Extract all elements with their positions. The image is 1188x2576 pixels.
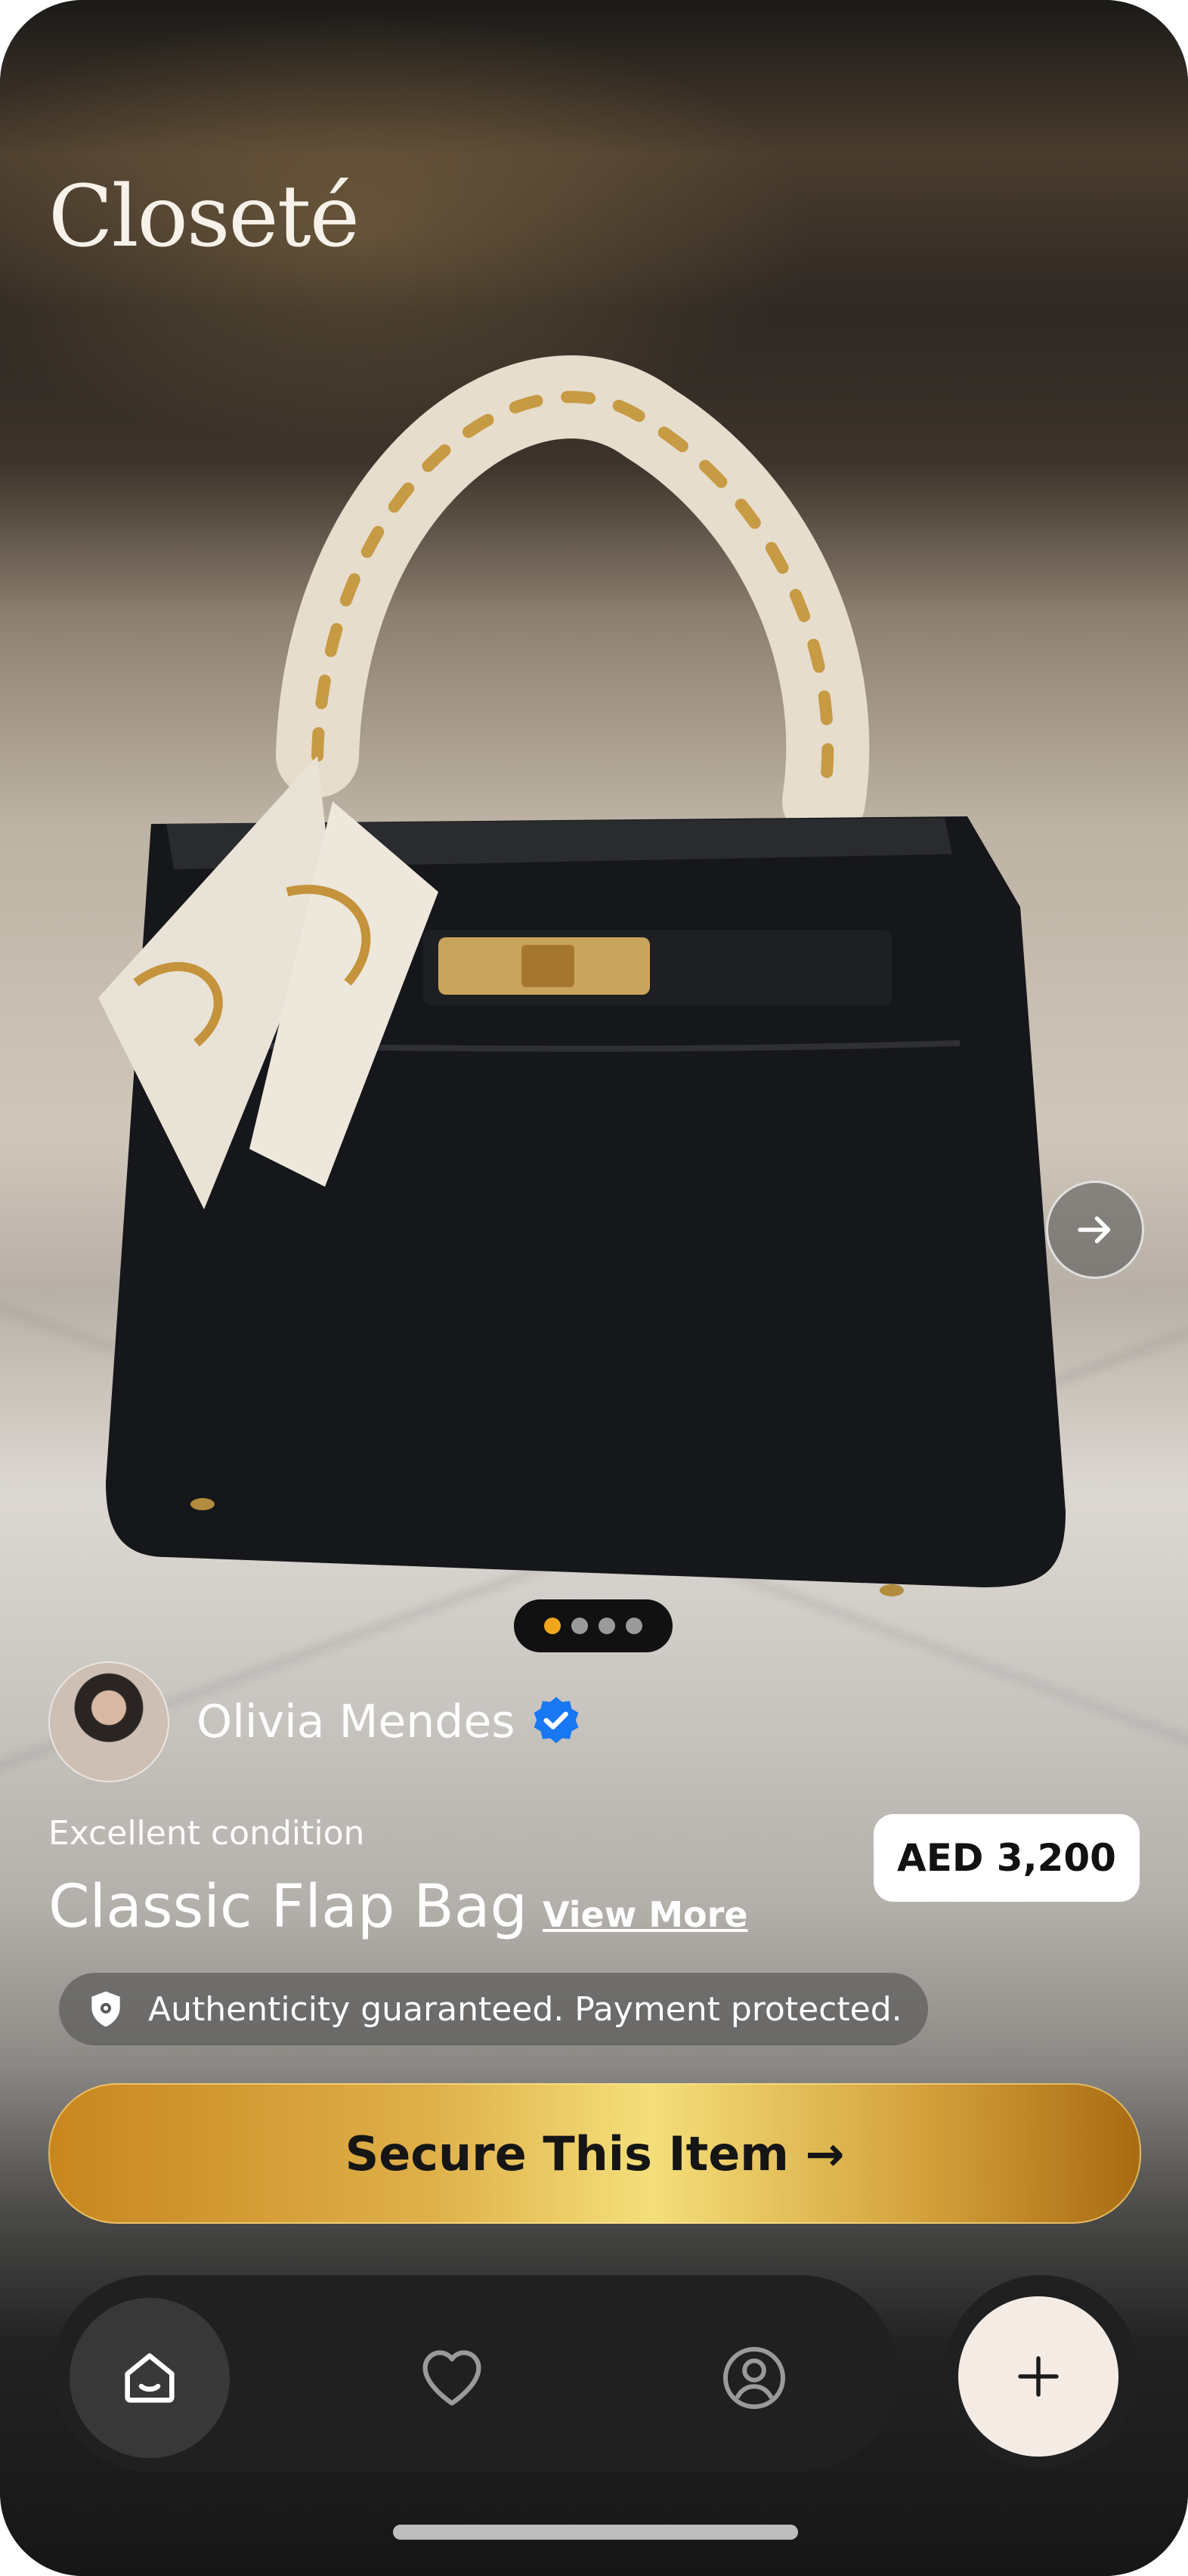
product-title: Classic Flap Bag (48, 1873, 528, 1941)
seller-avatar[interactable] (48, 1661, 169, 1782)
nav-favorites[interactable] (372, 2298, 532, 2458)
carousel-dot[interactable] (626, 1618, 642, 1634)
shield-icon (91, 1991, 120, 2027)
nav-profile[interactable] (674, 2298, 834, 2458)
authenticity-banner: Authenticity guaranteed. Payment protect… (59, 1973, 928, 2045)
authenticity-text: Authenticity guaranteed. Payment protect… (148, 1989, 902, 2029)
carousel-dot[interactable] (571, 1618, 588, 1634)
plus-icon (1018, 2356, 1059, 2397)
brand-logo: Closeté (48, 168, 360, 266)
home-indicator[interactable] (393, 2525, 798, 2540)
arrow-right-icon (1078, 1216, 1111, 1243)
heart-icon (422, 2350, 481, 2406)
seller-name[interactable]: Olivia Mendes (196, 1695, 515, 1748)
add-item-button[interactable] (958, 2296, 1118, 2457)
price-badge: AED 3,200 (874, 1814, 1140, 1902)
verified-badge-icon (534, 1697, 578, 1744)
seller-info[interactable]: Olivia Mendes (48, 1661, 583, 1782)
carousel-dot-active[interactable] (544, 1618, 561, 1634)
carousel-indicator[interactable] (514, 1599, 673, 1652)
nav-home[interactable] (70, 2298, 230, 2458)
item-condition: Excellent condition (48, 1814, 365, 1853)
profile-icon (723, 2347, 785, 2409)
next-image-button[interactable] (1046, 1181, 1144, 1279)
carousel-dot[interactable] (599, 1618, 615, 1634)
view-more-link[interactable]: View More (543, 1894, 748, 1935)
secure-item-button[interactable]: Secure This Item → (48, 2083, 1141, 2224)
home-icon (125, 2353, 175, 2403)
app-screen: Closeté Olivia Mendes Excellent conditio… (0, 0, 1188, 2576)
